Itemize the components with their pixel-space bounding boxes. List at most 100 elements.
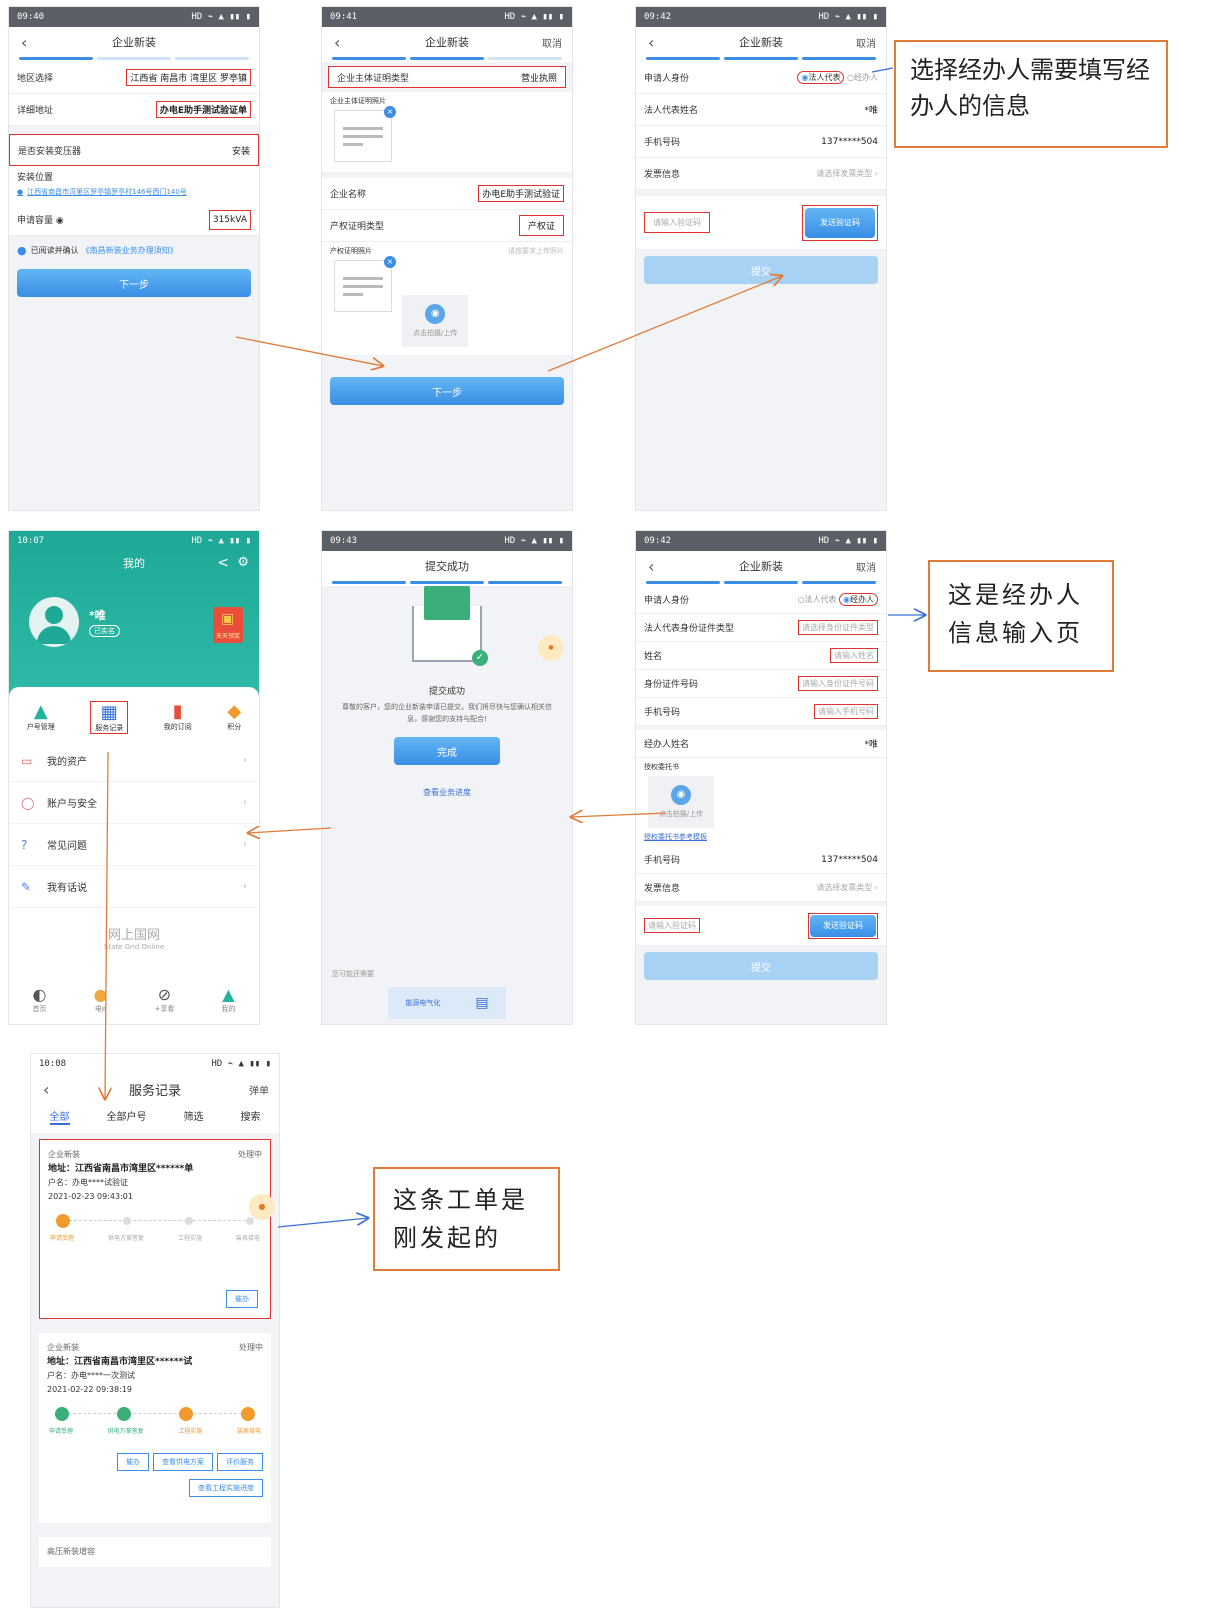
back-icon[interactable]: ‹	[21, 33, 27, 52]
agree-text: 已阅读并确认	[30, 246, 79, 255]
shield-icon: ◯	[21, 795, 35, 810]
back-icon[interactable]: ‹	[43, 1080, 49, 1099]
check-icon[interactable]: ●	[17, 244, 27, 257]
radio-agent[interactable]: ○经办人	[847, 73, 878, 82]
back-icon[interactable]: ‹	[648, 557, 654, 576]
capacity-row[interactable]: 申请容量 ◉ 315kVA	[9, 204, 259, 236]
mascot-icon[interactable]: ●	[538, 635, 564, 661]
tab-home[interactable]: ◐ 首页	[33, 985, 47, 1014]
upload-button[interactable]: ◉ 点击拍摄/上传	[648, 776, 714, 828]
brand-sub: State Grid Online	[103, 943, 165, 951]
record-card-old[interactable]: 企业新装 处理中 地址：江西省南昌市湾里区******试 户名：办电****一次测…	[39, 1333, 271, 1523]
row-label: 产权证明类型	[330, 222, 385, 232]
next-button[interactable]: 下一步	[330, 377, 564, 405]
promo-banner[interactable]: 能源电气化 ▤	[388, 987, 506, 1019]
cancel-button[interactable]: 取消	[542, 35, 562, 50]
help-icon[interactable]: ◉	[56, 216, 64, 226]
nav-bar: ‹ 服务记录 弹单	[31, 1074, 279, 1104]
tab-e[interactable]: ● 电e	[94, 985, 108, 1014]
license-thumbnail[interactable]: ×	[334, 106, 396, 162]
code-input[interactable]: 请输入验证码	[644, 918, 700, 933]
urge-button[interactable]: 催办	[117, 1453, 149, 1471]
settings-icon[interactable]: ⚙	[237, 555, 249, 570]
quick-records[interactable]: ▦ 服务记录	[90, 701, 129, 734]
code-input[interactable]: 请输入验证码	[644, 212, 710, 233]
invoice-row[interactable]: 发票信息 请选择发票类型 ›	[636, 158, 886, 190]
menu-security[interactable]: ◯ 账户与安全 ›	[9, 782, 259, 824]
invoice-row[interactable]: 发票信息 请选择发票类型 ›	[636, 874, 886, 902]
share-icon[interactable]: <	[217, 555, 229, 571]
radio-legal[interactable]: ◉法人代表	[797, 71, 845, 84]
name-input[interactable]: 请输入姓名	[830, 648, 878, 663]
next-button[interactable]: 下一步	[17, 269, 251, 297]
view-plan-button[interactable]: 查看供电方案	[153, 1453, 213, 1471]
address-row[interactable]: 详细地址 办电E助手测试验证单	[9, 94, 259, 126]
gift-box[interactable]: ▣ 天天领奖	[213, 607, 243, 643]
property-thumbnail[interactable]: ×	[334, 256, 396, 312]
submit-button[interactable]: 提交	[644, 256, 878, 284]
tab-accounts[interactable]: 全部户号	[107, 1108, 147, 1125]
mobile-row[interactable]: 手机号码 请输入手机号码	[636, 698, 886, 726]
submit-button[interactable]: 提交	[644, 952, 878, 980]
record-address: 地址：江西省南昌市湾里区******试	[47, 1357, 193, 1367]
mascot-icon: ●	[93, 984, 108, 1004]
tab-search[interactable]: 搜索	[241, 1108, 261, 1125]
id-no-input[interactable]: 请输入身份证件号码	[798, 676, 878, 691]
phone-screen-documents: 09:41 HD ⌁ ▲ ▮▮ ▮ ‹ 企业新装 取消 企业主体证明类型 营业执照 企业…	[321, 6, 573, 511]
name-row[interactable]: 姓名 请输入姓名	[636, 642, 886, 670]
close-icon[interactable]: ×	[384, 256, 396, 268]
company-row[interactable]: 企业名称 办电E助手测试验证	[322, 178, 572, 210]
send-code-button[interactable]: 发送验证码	[805, 207, 875, 238]
quick-account[interactable]: ▲ 户号管理	[27, 701, 55, 734]
mobile-input[interactable]: 请输入手机号码	[814, 704, 878, 719]
tab-filter[interactable]: 筛选	[184, 1108, 204, 1125]
view-progress-button[interactable]: 查看工程实施进度	[189, 1479, 263, 1497]
region-row[interactable]: 地区选择 江西省 南昌市 湾里区 罗亭镇	[9, 62, 259, 94]
row-label: 企业名称	[330, 190, 367, 200]
back-icon[interactable]: ‹	[334, 33, 340, 52]
done-button[interactable]: 完成	[394, 737, 500, 765]
entity-type-row[interactable]: 企业主体证明类型 营业执照	[328, 66, 566, 88]
urge-button[interactable]: 催办	[226, 1290, 258, 1308]
radio-agent[interactable]: ◉经办人	[839, 593, 878, 606]
menu-feedback[interactable]: ✎ 我有话说 ›	[9, 866, 259, 908]
tab-mine[interactable]: ▲ 我的	[221, 985, 235, 1014]
transformer-row[interactable]: 是否安装变压器 安装	[9, 134, 259, 166]
upload-button[interactable]: ◉ 点击拍摄/上传	[402, 295, 469, 347]
record-card-partial[interactable]: 高压新装增容	[39, 1537, 271, 1567]
step-label: 供电方案答复	[107, 1428, 144, 1435]
phone-screen-records: 10:08 HD ⌁ ▲ ▮▮ ▮ ‹ 服务记录 弹单 全部 全部户号 筛选 搜索 企…	[30, 1053, 280, 1608]
send-code-button[interactable]: 发送验证码	[810, 914, 876, 937]
tab-watch[interactable]: ⊘ +享看	[155, 985, 175, 1014]
agree-link[interactable]: 《南昌新装业务办理须知》	[82, 245, 178, 256]
mascot-icon[interactable]: ●	[249, 1194, 275, 1220]
agree-row[interactable]: ● 已阅读并确认 《南昌新装业务办理须知》	[9, 236, 259, 265]
verified-badge: 已实名	[89, 625, 120, 637]
close-icon[interactable]: ×	[384, 106, 396, 118]
location-link[interactable]: 江西省南昌市湾里区罗亭镇罗亭村146号西门140号	[27, 187, 187, 198]
property-type-row[interactable]: 产权证明类型 产权证	[322, 210, 572, 242]
view-progress-link[interactable]: 查看业务进度	[322, 787, 572, 798]
quick-points[interactable]: ◆ 积分	[227, 701, 241, 734]
avatar[interactable]	[29, 597, 79, 647]
menu-assets[interactable]: ▭ 我的资产 ›	[9, 740, 259, 782]
quick-subscribe[interactable]: ▮ 我的订阅	[164, 701, 192, 734]
back-icon[interactable]: ‹	[648, 33, 654, 52]
cancel-button[interactable]: 取消	[856, 559, 876, 574]
chevron-right-icon: ›	[243, 881, 247, 892]
cancel-button[interactable]: 取消	[856, 35, 876, 50]
rate-button[interactable]: 评价服务	[217, 1453, 263, 1471]
id-type-row[interactable]: 法人代表身份证件类型 请选择身份证件类型	[636, 614, 886, 642]
radio-label: 经办人	[854, 73, 878, 82]
tab-all[interactable]: 全部	[49, 1108, 70, 1125]
quick-label: 积分	[227, 723, 242, 731]
menu-faq[interactable]: ? 常见问题 ›	[9, 824, 259, 866]
radio-legal[interactable]: ○法人代表	[797, 595, 836, 604]
phone-row: 手机号码 137*****504	[636, 126, 886, 158]
record-card-new[interactable]: 企业新装 处理中 地址：江西省南昌市湾里区******单 户名：办电****试验证…	[39, 1139, 271, 1319]
id-no-row[interactable]: 身份证件号码 请输入身份证件号码	[636, 670, 886, 698]
right-action[interactable]: 弹单	[249, 1082, 269, 1097]
template-link[interactable]: 授权委托书参考模板	[644, 832, 878, 842]
record-time: 2021-02-22 09:38:19	[47, 1385, 132, 1394]
row-label: 地区选择	[17, 74, 54, 84]
